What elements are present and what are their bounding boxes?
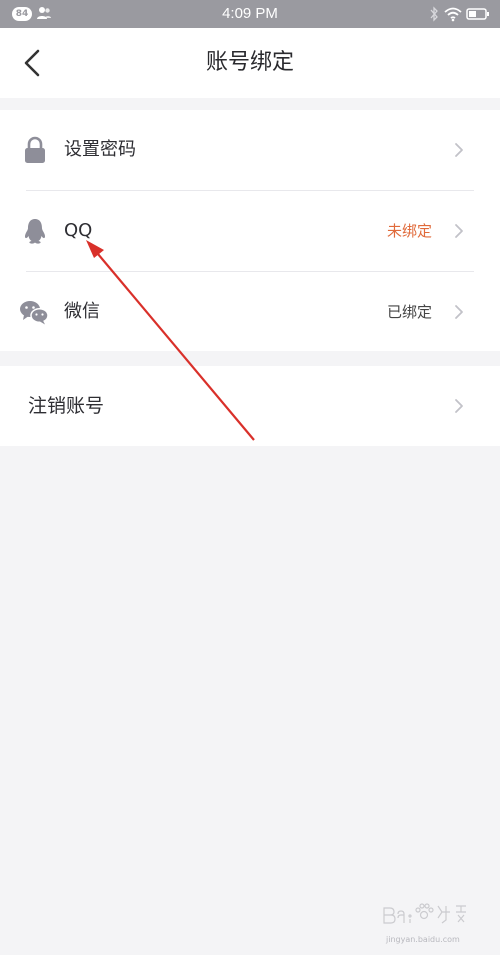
page-title: 账号绑定 <box>205 50 294 75</box>
chevron-right-icon <box>455 224 463 238</box>
chevron-right-icon <box>455 305 463 319</box>
watermark-domain: jingyan.baidu.com <box>385 935 460 944</box>
set-password-row[interactable]: 设置密码 <box>0 110 500 190</box>
wechat-binding-row[interactable]: 微信 已绑定 <box>0 272 500 352</box>
account-settings-card: 设置密码 QQ 未绑定 微信 已绑定 <box>0 110 500 351</box>
status-bar: 84 4:09 PM <box>0 0 500 28</box>
nav-bar: 账号绑定 <box>0 28 500 98</box>
qq-status: 未绑定 <box>386 222 432 240</box>
chevron-right-icon <box>455 399 463 413</box>
lock-icon <box>25 136 45 163</box>
qq-penguin-icon <box>24 219 46 244</box>
deactivate-account-row[interactable]: 注销账号 <box>0 366 500 446</box>
chevron-right-icon <box>455 143 463 157</box>
wechat-status: 已绑定 <box>386 303 432 321</box>
bluetooth-icon <box>430 6 438 22</box>
clock: 4:09 PM <box>222 5 278 22</box>
wechat-icon <box>20 301 49 325</box>
set-password-label: 设置密码 <box>64 139 136 160</box>
wechat-label: 微信 <box>64 301 100 322</box>
qq-binding-row[interactable]: QQ 未绑定 <box>0 191 500 271</box>
wifi-icon <box>444 7 462 22</box>
deactivate-account-label: 注销账号 <box>28 395 105 417</box>
battery-icon <box>466 8 489 20</box>
qq-label: QQ <box>64 220 93 241</box>
baidu-jingyan-watermark: jingyan.baidu.com <box>383 903 466 944</box>
